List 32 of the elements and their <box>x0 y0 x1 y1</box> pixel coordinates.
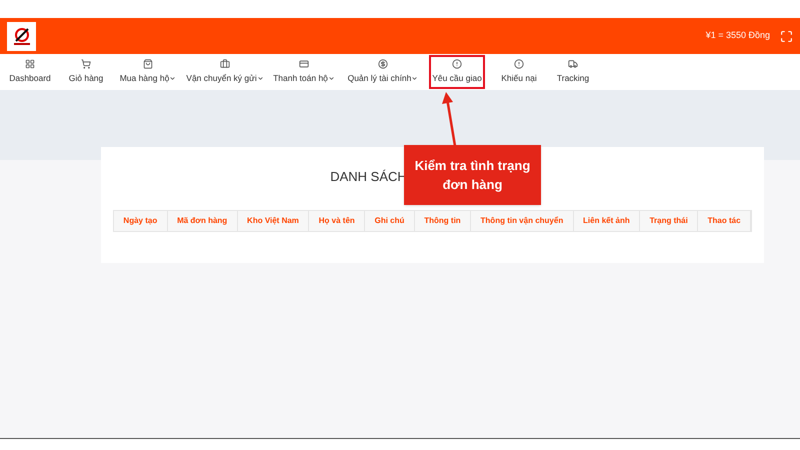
column-header: Ghi chú <box>365 210 415 230</box>
nav-item[interactable]: Mua hàng hộ <box>113 54 183 90</box>
callout: Kiểm tra tình trạng đơn hàng <box>404 145 541 205</box>
column-header: Họ và tên <box>309 210 366 230</box>
dollar-icon <box>378 59 388 70</box>
bag-icon <box>143 59 153 70</box>
nav-item[interactable]: Yêu cầu giao <box>428 54 486 90</box>
nav-item[interactable]: Tracking <box>549 54 597 90</box>
grid-icon <box>25 59 35 70</box>
nav-item[interactable]: Vận chuyển ký gửi <box>183 54 267 90</box>
card-icon <box>299 59 309 70</box>
nav-item[interactable]: Dashboard <box>1 54 59 90</box>
column-header: Ngày tạo <box>114 210 168 230</box>
fullscreen-icon[interactable] <box>780 30 793 42</box>
nav-item[interactable]: Quản lý tài chính <box>341 54 425 90</box>
nav-item[interactable]: Giỏ hàng <box>59 54 113 90</box>
column-header: Thông tin vận chuyển <box>471 210 574 230</box>
alert-icon <box>452 59 462 70</box>
logo[interactable] <box>7 22 36 50</box>
column-header: Liên kết ảnh <box>574 210 640 230</box>
briefcase-icon <box>220 59 230 70</box>
nav-item[interactable]: Thanh toán hộ <box>267 54 341 90</box>
column-header: Thao tác <box>698 210 751 230</box>
cart-icon <box>81 59 91 70</box>
nav-item[interactable]: Khiếu nại <box>489 54 549 90</box>
exchange-rate: ¥1 = 3550 Đồng <box>706 29 770 42</box>
column-header: Kho Việt Nam <box>238 210 310 230</box>
column-header: Trạng thái <box>640 210 698 230</box>
alert-icon <box>514 59 524 70</box>
column-header: Mã đơn hàng <box>168 210 238 230</box>
truck-icon <box>568 59 578 70</box>
column-header: Thông tin <box>414 210 472 230</box>
